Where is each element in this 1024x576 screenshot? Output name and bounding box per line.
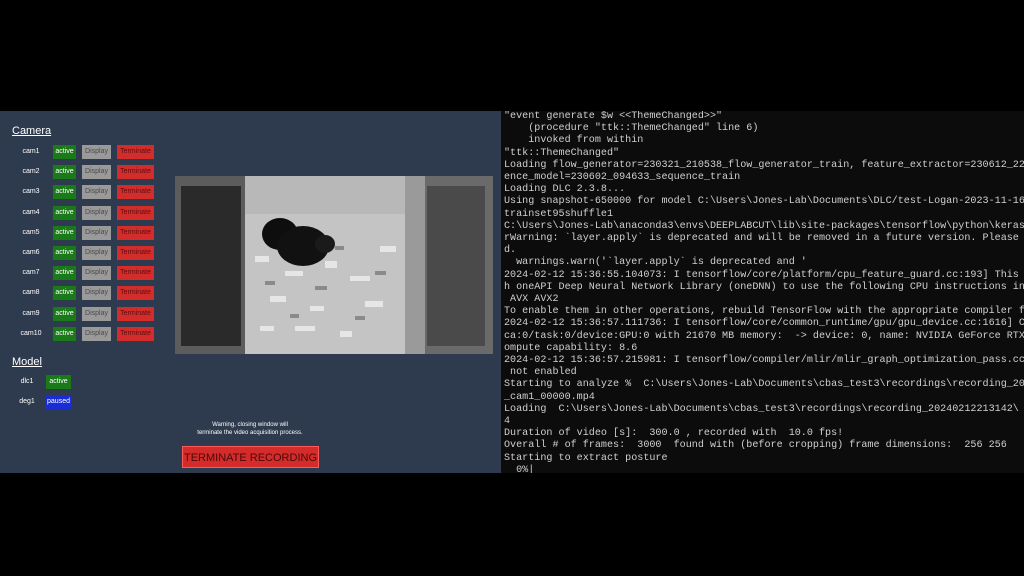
camera-name: cam9	[22, 309, 40, 317]
camera-display-button[interactable]: Display	[82, 286, 111, 301]
camera-status-active-button[interactable]: active	[53, 326, 76, 341]
console-line: (procedure "ttk::ThemeChanged" line 6)	[504, 123, 759, 135]
camera-row: cam9 active Display Terminate	[0, 306, 170, 321]
camera-terminate-button[interactable]: Terminate	[117, 165, 154, 180]
camera-row: cam10 active Display Terminate	[0, 326, 170, 341]
model-row: dlc1 active	[0, 374, 120, 389]
mouse-cage-video-frame	[175, 176, 493, 354]
terminate-recording-button[interactable]: TERMINATE RECORDING	[182, 446, 319, 468]
camera-row: cam3 active Display Terminate	[0, 184, 170, 200]
camera-status-active-button[interactable]: active	[53, 165, 76, 180]
console-line: C:\Users\Jones-Lab\anaconda3\envs\DEEPLA…	[504, 220, 1024, 232]
console-line: 2024-02-12 15:36:55.104073: I tensorflow…	[504, 269, 1019, 281]
camera-status-active-button[interactable]: active	[53, 286, 76, 301]
camera-status-active-button[interactable]: active	[53, 145, 76, 159]
console-line: 2024-02-12 15:36:57.215981: I tensorflow…	[504, 355, 1024, 367]
terminal-console[interactable]: "event generate $w <<ThemeChanged>>" (pr…	[501, 111, 1024, 473]
camera-status-active-button[interactable]: active	[53, 185, 76, 200]
console-line: ence_model=230602_094633_sequence_train	[504, 172, 741, 184]
camera-terminate-button[interactable]: Terminate	[117, 246, 154, 260]
camera-status-active-button[interactable]: active	[53, 205, 76, 220]
camera-row: cam4 active Display Terminate	[0, 205, 170, 220]
console-line: ompute capability: 8.6	[504, 342, 638, 354]
camera-row: cam8 active Display Terminate	[0, 285, 170, 301]
camera-terminate-button[interactable]: Terminate	[117, 205, 154, 220]
camera-terminate-button[interactable]: Terminate	[117, 266, 154, 281]
camera-name: cam2	[22, 168, 40, 176]
camera-display-button[interactable]: Display	[82, 165, 111, 180]
console-line: rWarning: `layer.apply` is deprecated an…	[504, 233, 1019, 245]
camera-terminate-button[interactable]: Terminate	[117, 145, 154, 159]
camera-name: cam10	[20, 329, 42, 337]
console-line: 2024-02-12 15:36:57.111736: I tensorflow…	[504, 318, 1024, 330]
camera-row: cam7 active Display Terminate	[0, 265, 170, 281]
camera-row: cam6 active Display Terminate	[0, 245, 170, 260]
camera-section-title: Camera	[12, 125, 52, 137]
camera-row: cam2 active Display Terminate	[0, 164, 170, 180]
camera-row: cam1 active Display Terminate	[0, 144, 170, 159]
camera-video-feed	[175, 176, 493, 354]
console-line: invoked from within	[504, 135, 644, 147]
model-name: dlc1	[20, 378, 34, 385]
console-line: Overall # of frames: 3000 found with (be…	[504, 440, 1007, 452]
console-line: warnings.warn('`layer.apply` is deprecat…	[504, 257, 807, 269]
console-line: h oneAPI Deep Neural Network Library (on…	[504, 281, 1024, 293]
camera-display-button[interactable]: Display	[82, 306, 111, 321]
console-line: Duration of video [s]: 300.0 , recorded …	[504, 428, 844, 440]
camera-display-button[interactable]: Display	[82, 185, 111, 200]
console-line: d.	[504, 245, 517, 257]
console-line: Loading C:\Users\Jones-Lab\Documents\cba…	[504, 403, 1019, 415]
camera-display-button[interactable]: Display	[82, 246, 111, 260]
console-line: trainset95shuffle1	[504, 208, 614, 220]
warning-line-1: Warning, closing window will	[212, 422, 288, 428]
model-row: deg1 paused	[0, 394, 120, 409]
close-warning-text: Warning, closing window will terminate t…	[180, 421, 320, 437]
console-line: not enabled	[504, 367, 577, 379]
camera-status-active-button[interactable]: active	[53, 266, 76, 281]
model-name: deg1	[19, 398, 35, 405]
camera-display-button[interactable]: Display	[82, 326, 111, 341]
console-line: Loading DLC 2.3.8...	[504, 184, 626, 196]
console-line: "event generate $w <<ThemeChanged>>"	[504, 111, 723, 122]
camera-terminate-button[interactable]: Terminate	[117, 326, 154, 341]
console-line: 0%|	[504, 464, 535, 473]
camera-terminate-button[interactable]: Terminate	[117, 306, 154, 321]
camera-row: cam5 active Display Terminate	[0, 225, 170, 240]
camera-name: cam1	[22, 148, 40, 155]
warning-line-2: terminate the video acquisition process.	[197, 430, 303, 436]
console-line: Starting to analyze % C:\Users\Jones-Lab…	[504, 379, 1024, 391]
camera-display-button[interactable]: Display	[82, 225, 111, 240]
console-line: 4	[504, 416, 511, 428]
camera-terminate-button[interactable]: Terminate	[117, 225, 154, 240]
camera-terminate-button[interactable]: Terminate	[117, 286, 154, 301]
camera-display-button[interactable]: Display	[82, 266, 111, 281]
console-line: ca:0/task:0/device:GPU:0 with 21670 MB m…	[504, 330, 1024, 342]
camera-status-active-button[interactable]: active	[53, 225, 76, 240]
console-line: _cam1_00000.mp4	[504, 391, 595, 403]
model-status-button[interactable]: paused	[45, 395, 72, 409]
console-line: Using snapshot-650000 for model C:\Users…	[504, 196, 1024, 208]
camera-status-active-button[interactable]: active	[53, 306, 76, 321]
camera-name: cam3	[22, 188, 40, 196]
camera-terminate-button[interactable]: Terminate	[117, 185, 154, 200]
camera-name: cam6	[22, 249, 40, 256]
camera-status-active-button[interactable]: active	[53, 246, 76, 260]
console-line: Loading flow_generator=230321_210538_flo…	[504, 159, 1024, 171]
model-section-title: Model	[12, 356, 42, 368]
camera-name: cam4	[22, 208, 40, 216]
camera-name: cam8	[22, 289, 40, 297]
recording-control-window: Camera cam1 active Display Terminate cam2 act…	[0, 111, 501, 473]
console-line: "ttk::ThemeChanged"	[504, 147, 620, 159]
camera-name: cam5	[22, 228, 40, 236]
console-line: To enable them in other operations, rebu…	[504, 306, 1024, 318]
camera-display-button[interactable]: Display	[82, 205, 111, 220]
console-output: "event generate $w <<ThemeChanged>>" (pr…	[501, 111, 1024, 473]
camera-display-button[interactable]: Display	[82, 145, 111, 159]
camera-name: cam7	[22, 269, 40, 277]
console-line: Starting to extract posture	[504, 452, 668, 464]
model-status-button[interactable]: active	[46, 375, 71, 389]
console-line: AVX AVX2	[504, 294, 559, 306]
